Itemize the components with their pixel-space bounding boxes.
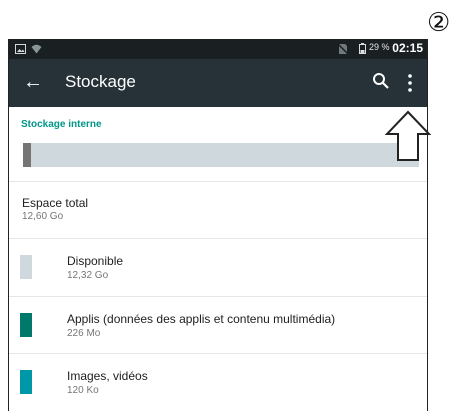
storage-item-available[interactable]: Disponible 12,32 Go	[9, 239, 427, 296]
color-swatch	[20, 370, 32, 394]
total-space-value: 12,60 Go	[22, 211, 64, 222]
storage-item-value: 226 Mo	[67, 328, 101, 339]
back-arrow-icon[interactable]: ←	[23, 70, 47, 94]
app-bar: ← Stockage	[9, 59, 427, 107]
divider	[9, 181, 427, 182]
storage-item-value: 120 Ko	[67, 385, 99, 396]
section-header-internal-storage: Stockage interne	[21, 119, 102, 130]
phone-screen: 29 % 02:15 ← Stockage Stockage interne E…	[8, 39, 428, 411]
storage-item-title: Applis (données des applis et contenu mu…	[67, 312, 336, 326]
storage-usage-bar	[23, 143, 419, 167]
storage-item-images-videos[interactable]: Images, vidéos 120 Ko	[9, 354, 427, 411]
status-bar: 29 % 02:15	[9, 39, 427, 59]
up-arrow-callout-icon	[384, 110, 432, 161]
color-swatch	[20, 255, 32, 279]
battery-percent: 29 %	[369, 42, 390, 52]
clock: 02:15	[392, 41, 423, 55]
search-icon[interactable]	[371, 71, 391, 91]
total-space-title: Espace total	[22, 196, 89, 210]
overflow-menu-icon[interactable]	[407, 73, 413, 93]
storage-used-fill	[23, 143, 31, 167]
storage-item-title: Images, vidéos	[67, 369, 148, 383]
storage-item-apps[interactable]: Applis (données des applis et contenu mu…	[9, 297, 427, 354]
color-swatch	[20, 313, 32, 337]
wifi-icon	[31, 44, 42, 54]
callout-number: ②	[427, 8, 451, 38]
storage-item-value: 12,32 Go	[67, 270, 109, 281]
storage-item-title: Disponible	[67, 254, 124, 268]
image-icon	[15, 44, 26, 54]
no-sim-icon	[337, 43, 349, 55]
battery-icon	[359, 43, 366, 54]
page-title: Stockage	[65, 72, 136, 91]
